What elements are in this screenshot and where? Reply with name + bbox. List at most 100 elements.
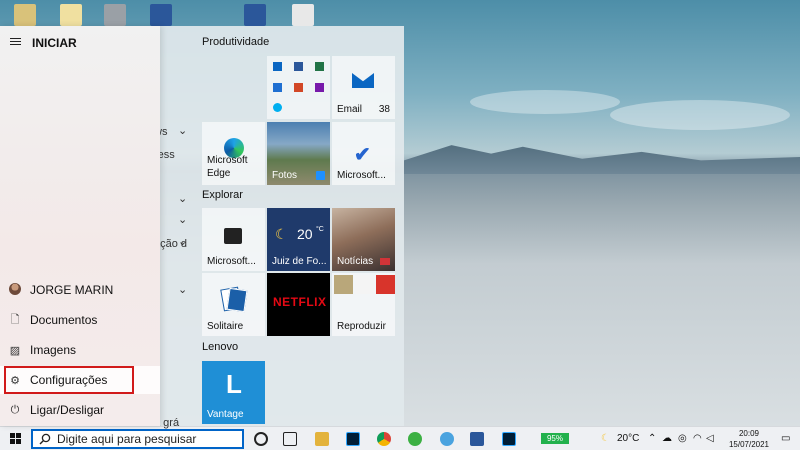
sync-app-icon[interactable] [408, 432, 422, 446]
card-icon [226, 287, 248, 313]
photos-tile[interactable]: Fotos [267, 122, 330, 185]
folder-icon[interactable] [60, 4, 82, 26]
cloud [610, 100, 790, 130]
weather-tile[interactable]: ☾ 20 °C Juiz de Fo... [267, 208, 330, 271]
documents-item[interactable]: 🗋 Documentos [0, 306, 160, 334]
edge-label-line1: Microsoft [207, 155, 248, 166]
battery-indicator[interactable]: 95% [541, 433, 569, 444]
file-explorer-icon[interactable] [315, 432, 329, 446]
onedrive-icon [273, 83, 282, 92]
document-icon: 🗋 [10, 313, 20, 326]
email-label: Email [337, 104, 363, 115]
word-icon[interactable] [470, 432, 484, 446]
moon-icon: ☾ [275, 226, 288, 242]
checkmark-icon: ✔ [354, 144, 371, 166]
netflix-tile[interactable]: NETFLIX [267, 273, 330, 336]
weather-label: Juiz de Fo... [272, 256, 327, 267]
windows-start-icon[interactable] [10, 433, 22, 445]
solitaire-label: Solitaire [207, 321, 244, 332]
store-tile[interactable]: Microsoft... [202, 208, 265, 271]
chevron-down-icon[interactable]: ⌄ [178, 124, 187, 137]
group-label-explore: Explorar [202, 189, 243, 201]
chevron-down-icon[interactable]: ⌄ [178, 192, 187, 205]
clock[interactable]: 20:09 15/07/2021 [725, 428, 773, 450]
chevron-down-icon[interactable]: ⌄ [178, 213, 187, 226]
photoshop-icon[interactable] [346, 432, 360, 446]
cloud [470, 90, 620, 114]
document-icon[interactable] [292, 4, 314, 26]
photos-label: Fotos [272, 170, 298, 181]
onenote-icon [315, 83, 324, 92]
network-icon[interactable]: ◎ [678, 433, 687, 444]
photoshop-icon[interactable] [502, 432, 516, 446]
avatar [9, 282, 21, 295]
clock-time: 20:09 [738, 429, 760, 438]
excel-icon [315, 62, 324, 71]
netflix-logo: NETFLIX [273, 295, 327, 309]
chevron-up-icon[interactable]: ⌃ [648, 433, 656, 444]
settings-gear-app-icon[interactable] [440, 432, 454, 446]
solitaire-tile[interactable]: Solitaire [202, 273, 265, 336]
images-label: Imagens [30, 343, 77, 357]
chrome-icon[interactable] [377, 432, 391, 446]
user-name: JORGE MARIN [30, 283, 114, 297]
photos-icon [316, 171, 325, 180]
powerpoint-icon [294, 83, 303, 92]
game-icon [376, 275, 395, 294]
search-icon [39, 433, 51, 445]
wifi-icon[interactable]: ◠ [693, 433, 702, 444]
taskbar: Digite aqui para pesquisar 95% ☾ 20°C ⌃ … [0, 426, 800, 450]
clock-date: 15/07/2021 [728, 440, 770, 449]
folder-icon[interactable] [14, 4, 36, 26]
weather-temp: 20 [297, 226, 313, 242]
store-bag-icon [224, 228, 242, 244]
highlight-annotation [4, 366, 134, 394]
temperature-label[interactable]: 20°C [617, 433, 639, 444]
todo-tile[interactable]: ✔ Microsoft... [332, 122, 395, 185]
office-apps-tile[interactable] [267, 56, 330, 119]
documents-label: Documentos [30, 313, 98, 327]
news-icon [380, 258, 390, 265]
notification-icon[interactable]: ▭ [781, 433, 790, 444]
roblox-icon [355, 275, 374, 294]
play-label: Reproduzir [337, 321, 386, 332]
play-tile[interactable]: Reproduzir [332, 273, 395, 336]
chevron-down-icon[interactable]: ⌄ [178, 283, 187, 296]
group-label-lenovo: Lenovo [202, 341, 239, 353]
outlook-icon [273, 62, 282, 71]
game-thumbnail [334, 275, 353, 294]
mail-icon [352, 73, 374, 88]
cortana-icon[interactable] [254, 432, 268, 446]
moon-icon: ☾ [601, 433, 610, 444]
task-view-icon[interactable] [283, 432, 297, 446]
group-label-productivity: Produtividade [202, 36, 270, 48]
vantage-tile[interactable]: L Vantage [202, 361, 265, 424]
search-box[interactable]: Digite aqui para pesquisar [31, 429, 244, 449]
news-label: Notícias [337, 256, 374, 267]
todo-label: Microsoft... [337, 170, 386, 181]
power-label: Ligar/Desligar [30, 403, 105, 417]
edge-label-line2: Edge [207, 168, 231, 179]
volume-icon[interactable]: ◁ [706, 433, 714, 444]
store-label: Microsoft... [207, 256, 256, 267]
weather-unit: °C [316, 226, 324, 233]
images-item[interactable]: ▨ Imagens [0, 336, 160, 364]
email-count-badge: 38 [378, 104, 390, 115]
hamburger-icon[interactable] [10, 38, 21, 47]
edge-tile[interactable]: Microsoft Edge [202, 122, 265, 185]
vantage-logo: L [226, 369, 242, 399]
search-placeholder: Digite aqui para pesquisar [57, 432, 197, 446]
start-title: INICIAR [32, 36, 77, 50]
word-icon [294, 62, 303, 71]
email-tile[interactable]: Email 38 [332, 56, 395, 119]
word-document-icon[interactable] [244, 4, 266, 26]
cloud-sync-icon[interactable]: ☁ [662, 433, 672, 444]
file-icon[interactable] [104, 4, 126, 26]
word-document-icon[interactable] [150, 4, 172, 26]
user-account-item[interactable]: JORGE MARIN [0, 276, 160, 304]
power-item[interactable]: ⏻ Ligar/Desligar [0, 396, 160, 424]
image-icon: ▨ [9, 344, 21, 357]
news-tile[interactable]: Notícias [332, 208, 395, 271]
vantage-label: Vantage [207, 409, 244, 420]
chevron-down-icon[interactable]: ⌄ [178, 235, 187, 248]
